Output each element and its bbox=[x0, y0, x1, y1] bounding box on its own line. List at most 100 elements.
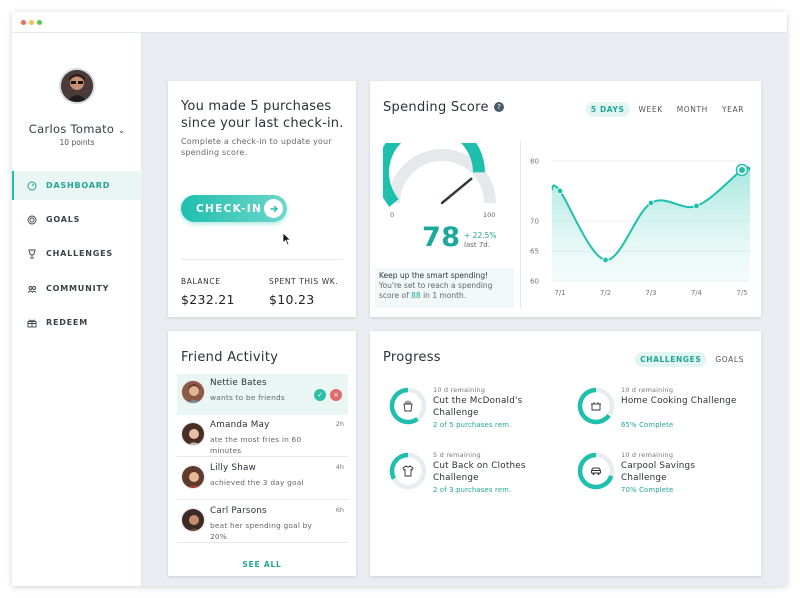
sidebar-item-redeem[interactable]: REDEEM bbox=[12, 308, 142, 337]
activity-time: 4h bbox=[335, 463, 344, 471]
challenge-title: Cut the McDonald's Challenge bbox=[433, 396, 523, 418]
tab-year[interactable]: YEAR bbox=[717, 102, 749, 117]
challenge-remaining: 10 d remaining bbox=[621, 451, 674, 459]
score-change-period: last 7d. bbox=[464, 241, 490, 249]
friend-activity-text: beat her spending goal by 20% bbox=[210, 521, 313, 541]
x-tick-label: 7/3 bbox=[645, 289, 656, 297]
x-tick-label: 7/5 bbox=[736, 289, 747, 297]
challenge-item[interactable]: 10 d remaining Home Cooking Challenge 65… bbox=[576, 386, 746, 441]
gift-icon bbox=[26, 317, 38, 329]
friend-activity-text: ate the most fries in 60 minutes bbox=[210, 435, 302, 455]
check-in-button[interactable]: CHECK-IN bbox=[181, 195, 287, 222]
challenge-item[interactable]: 5 d remaining Cut Back on Clothes Challe… bbox=[388, 451, 558, 506]
minimize-window-button[interactable] bbox=[29, 20, 34, 25]
friend-activity-text: achieved the 3 day goal bbox=[210, 478, 304, 487]
target-icon bbox=[26, 214, 38, 226]
tab-challenges[interactable]: CHALLENGES bbox=[635, 352, 707, 367]
spending-line-chart: 80 70 65 60 7/1 7/2 7/3 7/4 7/5 bbox=[530, 158, 751, 297]
tab-5-days[interactable]: 5 DAYS bbox=[585, 102, 630, 117]
spent-label: SPENT THIS WK. bbox=[269, 277, 339, 286]
sidebar-item-dashboard[interactable]: DASHBOARD bbox=[12, 171, 142, 200]
tip-target-score: 88 bbox=[411, 291, 421, 300]
avatar[interactable] bbox=[59, 68, 95, 104]
gauge-min-label: 0 bbox=[390, 211, 395, 219]
challenge-progress: 2 of 5 purchases rem. bbox=[433, 421, 512, 429]
friend-activity-title: Friend Activity bbox=[181, 350, 279, 365]
score-gauge bbox=[383, 143, 496, 207]
tab-week[interactable]: WEEK bbox=[634, 102, 668, 117]
list-item[interactable]: Carl Parsons beat her spending goal by 2… bbox=[177, 502, 348, 543]
list-item[interactable]: Lilly Shaw achieved the 3 day goal 4h bbox=[177, 459, 348, 500]
challenge-remaining: 10 d remaining bbox=[621, 386, 674, 394]
gauge-max-label: 100 bbox=[483, 211, 496, 219]
spending-tip: Keep up the smart spending! You're set t… bbox=[375, 268, 514, 308]
dashboard-icon bbox=[26, 180, 38, 192]
spending-score-title: Spending Score bbox=[383, 100, 489, 115]
arrow-right-icon bbox=[264, 199, 283, 218]
friend-name: Amanda May bbox=[210, 420, 270, 430]
user-points: 10 points bbox=[59, 138, 95, 147]
activity-time: 2h bbox=[335, 420, 344, 428]
x-tick-label: 7/1 bbox=[554, 289, 565, 297]
challenge-item[interactable]: 10 d remaining Cut the McDonald's Challe… bbox=[388, 386, 558, 441]
friend-request-row[interactable]: Nettie Bates wants to be friends ✓ × bbox=[177, 374, 348, 415]
y-tick-label: 80 bbox=[530, 158, 539, 166]
close-window-button[interactable] bbox=[21, 20, 26, 25]
user-name[interactable]: Carlos Tomato ⌄ bbox=[12, 122, 142, 136]
challenge-remaining: 5 d remaining bbox=[433, 451, 481, 459]
friend-activity-text: wants to be friends bbox=[210, 393, 285, 402]
chart-point[interactable] bbox=[602, 256, 609, 264]
activity-time: 6h bbox=[335, 506, 344, 514]
score-change: + 22.5% bbox=[464, 231, 497, 240]
car-icon bbox=[591, 467, 601, 475]
chart-divider bbox=[520, 141, 521, 308]
challenge-progress: 70% Complete bbox=[621, 486, 674, 494]
checkin-subtext: Complete a check-in to update your spend… bbox=[181, 137, 332, 157]
friend-name: Lilly Shaw bbox=[210, 463, 256, 473]
friend-name: Nettie Bates bbox=[210, 378, 267, 388]
app-window: Carlos Tomato ⌄ 10 points DASHBOARD GOAL… bbox=[12, 12, 787, 586]
avatar bbox=[181, 422, 205, 446]
chart-area bbox=[552, 167, 750, 281]
progress-title: Progress bbox=[383, 350, 441, 365]
avatar bbox=[181, 508, 205, 532]
people-icon bbox=[26, 283, 38, 295]
fries-icon bbox=[403, 400, 413, 412]
challenge-title: Carpool Savings Challenge bbox=[621, 461, 696, 483]
list-item[interactable]: Amanda May ate the most fries in 60 minu… bbox=[177, 416, 348, 457]
balance-label: BALANCE bbox=[181, 277, 221, 286]
accept-friend-button[interactable]: ✓ bbox=[314, 389, 326, 401]
chart-point[interactable] bbox=[739, 167, 745, 173]
challenge-remaining: 10 d remaining bbox=[433, 386, 486, 394]
tab-goals[interactable]: GOALS bbox=[710, 352, 749, 367]
decline-friend-button[interactable]: × bbox=[330, 389, 342, 401]
score-value: 78 bbox=[422, 222, 461, 253]
maximize-window-button[interactable] bbox=[37, 20, 42, 25]
challenge-title: Home Cooking Challenge bbox=[621, 396, 737, 406]
challenge-item[interactable]: 10 d remaining Carpool Savings Challenge… bbox=[576, 451, 746, 506]
cooking-icon bbox=[591, 402, 601, 411]
divider bbox=[181, 259, 343, 260]
balance-value: $232.21 bbox=[181, 292, 235, 307]
sidebar-item-goals[interactable]: GOALS bbox=[12, 205, 142, 234]
y-tick-label: 60 bbox=[530, 278, 539, 286]
trophy-icon bbox=[26, 248, 38, 260]
chart-point[interactable] bbox=[647, 199, 655, 207]
tab-month[interactable]: MONTH bbox=[672, 102, 713, 117]
checkin-headline: You made 5 purchases since your last che… bbox=[181, 99, 344, 131]
help-icon[interactable]: ? bbox=[494, 102, 504, 112]
progress-card: Progress CHALLENGES GOALS 10 d remaining… bbox=[370, 331, 761, 576]
sidebar-item-challenges[interactable]: CHALLENGES bbox=[12, 239, 142, 268]
see-all-link[interactable]: SEE ALL bbox=[168, 560, 356, 569]
spending-score-card: Spending Score ? 5 DAYS WEEK MONTH YEAR … bbox=[370, 81, 761, 317]
tip-text: You're set to reach a spending score of … bbox=[379, 281, 493, 300]
avatar bbox=[181, 380, 205, 404]
chevron-down-icon: ⌄ bbox=[118, 126, 126, 135]
progress-tabs: CHALLENGES GOALS bbox=[635, 352, 749, 367]
chart-point[interactable] bbox=[693, 202, 700, 210]
checkin-card: You made 5 purchases since your last che… bbox=[168, 81, 356, 317]
shirt-icon bbox=[402, 465, 414, 477]
avatar bbox=[181, 465, 205, 489]
sidebar-item-community[interactable]: COMMUNITY bbox=[12, 274, 142, 303]
chart-point[interactable] bbox=[556, 187, 564, 195]
